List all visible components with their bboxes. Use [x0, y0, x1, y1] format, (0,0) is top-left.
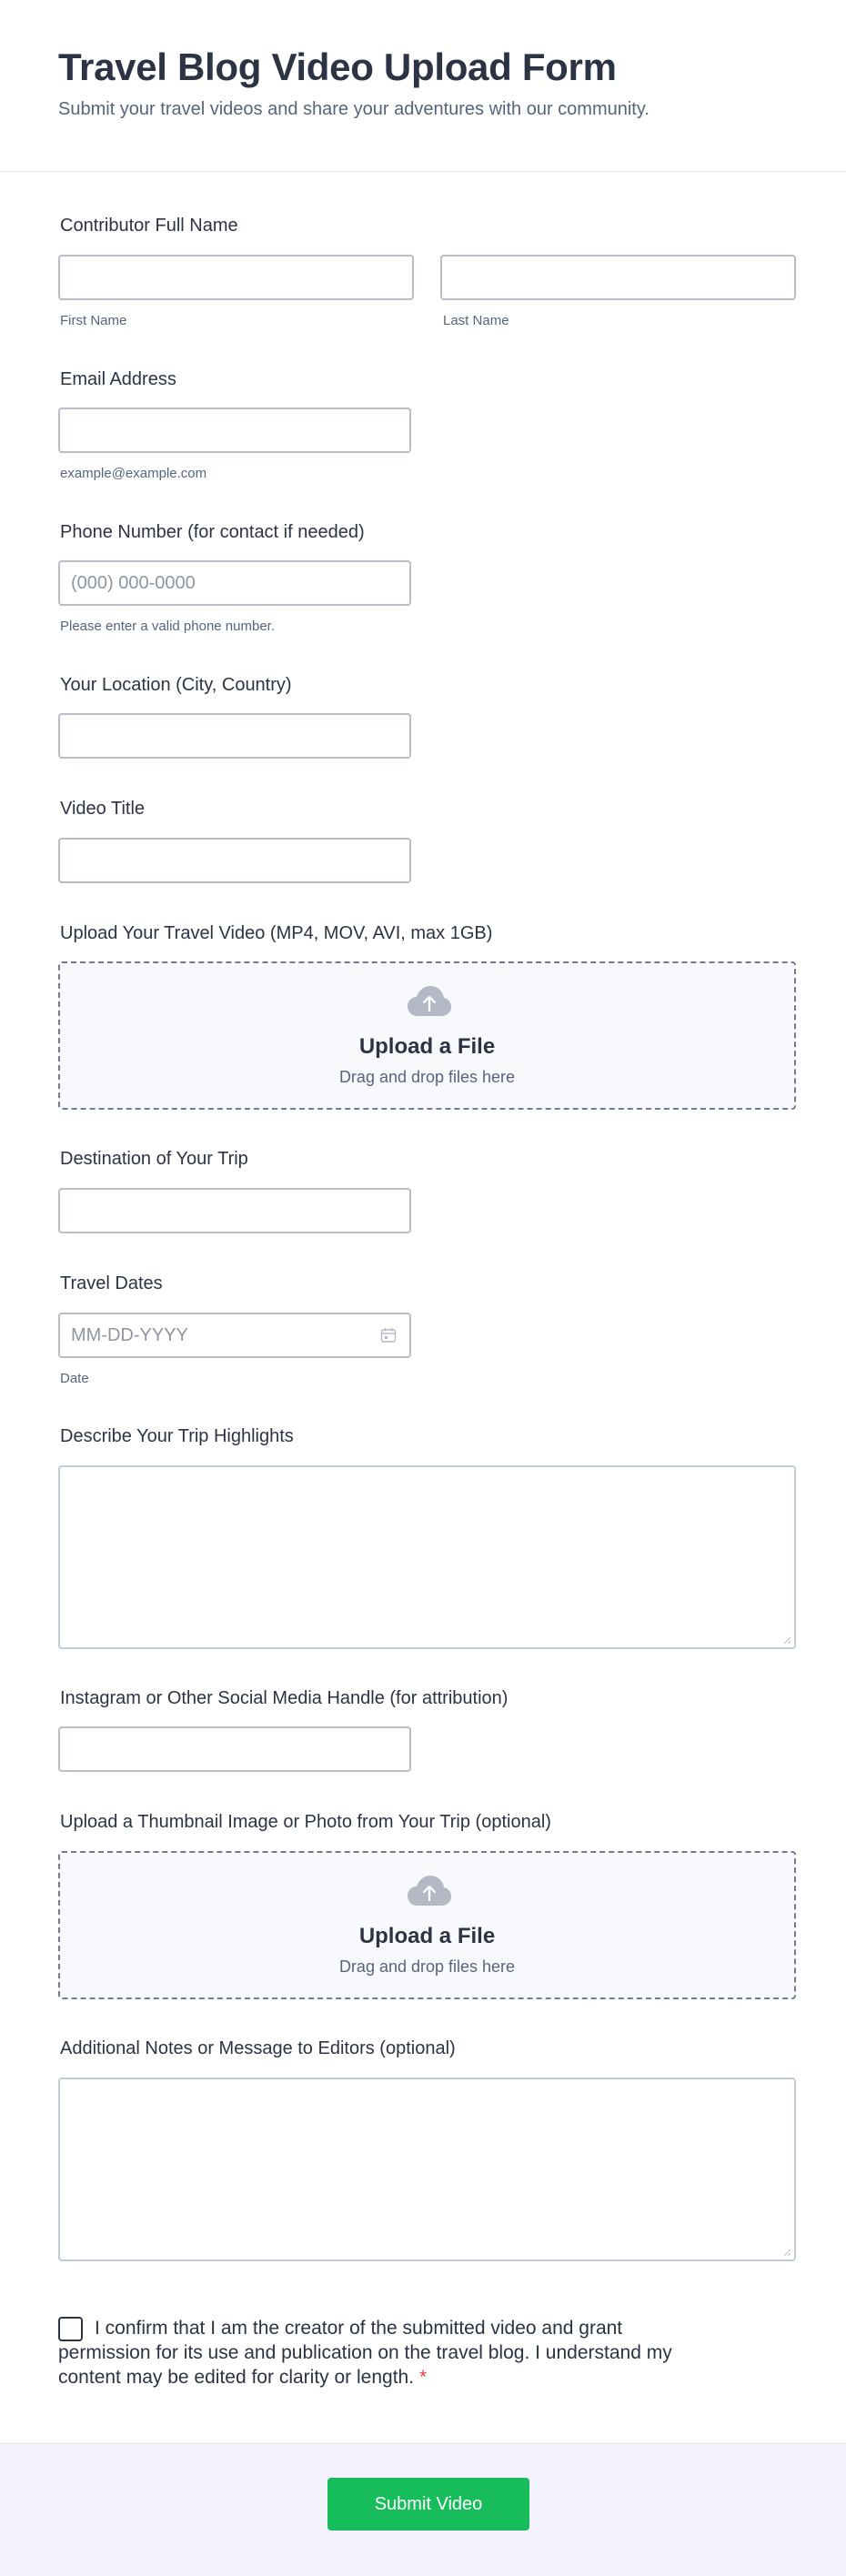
phone-placeholder: (000) 000-0000 — [71, 573, 196, 593]
social-label: Instagram or Other Social Media Handle (… — [60, 1688, 509, 1708]
highlights-label: Describe Your Trip Highlights — [60, 1426, 294, 1446]
cloud-upload-icon — [408, 986, 451, 1016]
full-name-label: Contributor Full Name — [60, 216, 238, 236]
page-subtitle: Submit your travel videos and share your… — [58, 99, 650, 119]
notes-textarea[interactable] — [58, 2078, 796, 2261]
travel-date-input[interactable]: MM-DD-YYYY — [58, 1313, 411, 1358]
email-label: Email Address — [60, 369, 176, 389]
thumbnail-upload-dropzone[interactable]: Upload a File Drag and drop files here — [58, 1851, 796, 1999]
highlights-textarea[interactable] — [58, 1465, 796, 1649]
resize-handle-icon[interactable] — [782, 2248, 791, 2257]
location-input[interactable] — [58, 713, 411, 759]
form-page: Travel Blog Video Upload Form Submit you… — [0, 0, 846, 2576]
cloud-upload-icon — [408, 1876, 451, 1906]
video-upload-dropzone[interactable]: Upload a File Drag and drop files here — [58, 961, 796, 1110]
submit-button[interactable]: Submit Video — [327, 2478, 529, 2531]
video-upload-subtitle: Drag and drop files here — [338, 1068, 516, 1086]
form-footer: Submit Video — [0, 2443, 846, 2576]
travel-dates-label: Travel Dates — [60, 1273, 163, 1293]
page-title: Travel Blog Video Upload Form — [58, 45, 617, 88]
notes-label: Additional Notes or Message to Editors (… — [60, 2038, 456, 2058]
phone-sublabel: Please enter a valid phone number. — [60, 619, 275, 634]
video-upload-title: Upload a File — [358, 1034, 496, 1059]
consent-text: I confirm that I am the creator of the s… — [58, 2318, 672, 2388]
phone-input[interactable]: (000) 000-0000 — [58, 560, 411, 606]
resize-handle-icon[interactable] — [782, 1635, 791, 1645]
consent-label[interactable]: I confirm that I am the creator of the s… — [58, 2316, 695, 2390]
last-name-sublabel: Last Name — [443, 313, 509, 328]
destination-label: Destination of Your Trip — [60, 1149, 248, 1169]
destination-input[interactable] — [58, 1188, 411, 1233]
email-field[interactable] — [58, 408, 411, 453]
social-handle-input[interactable] — [58, 1726, 411, 1772]
first-name-input[interactable] — [58, 255, 414, 300]
video-title-label: Video Title — [60, 799, 146, 819]
thumbnail-upload-label: Upload a Thumbnail Image or Photo from Y… — [60, 1812, 551, 1832]
thumbnail-upload-subtitle: Drag and drop files here — [338, 1957, 516, 1976]
thumbnail-upload-title: Upload a File — [358, 1924, 496, 1948]
video-title-input[interactable] — [58, 838, 411, 883]
phone-label: Phone Number (for contact if needed) — [60, 522, 365, 542]
video-upload-label: Upload Your Travel Video (MP4, MOV, AVI,… — [60, 923, 493, 943]
form-header: Travel Blog Video Upload Form Submit you… — [0, 0, 846, 172]
last-name-input[interactable] — [440, 255, 796, 300]
location-label: Your Location (City, Country) — [60, 675, 292, 695]
required-asterisk: * — [419, 2367, 428, 2388]
travel-date-sublabel: Date — [60, 1371, 89, 1386]
email-sublabel: example@example.com — [60, 466, 207, 481]
first-name-sublabel: First Name — [60, 313, 127, 328]
calendar-icon[interactable] — [380, 1327, 397, 1343]
travel-date-placeholder: MM-DD-YYYY — [71, 1325, 188, 1345]
